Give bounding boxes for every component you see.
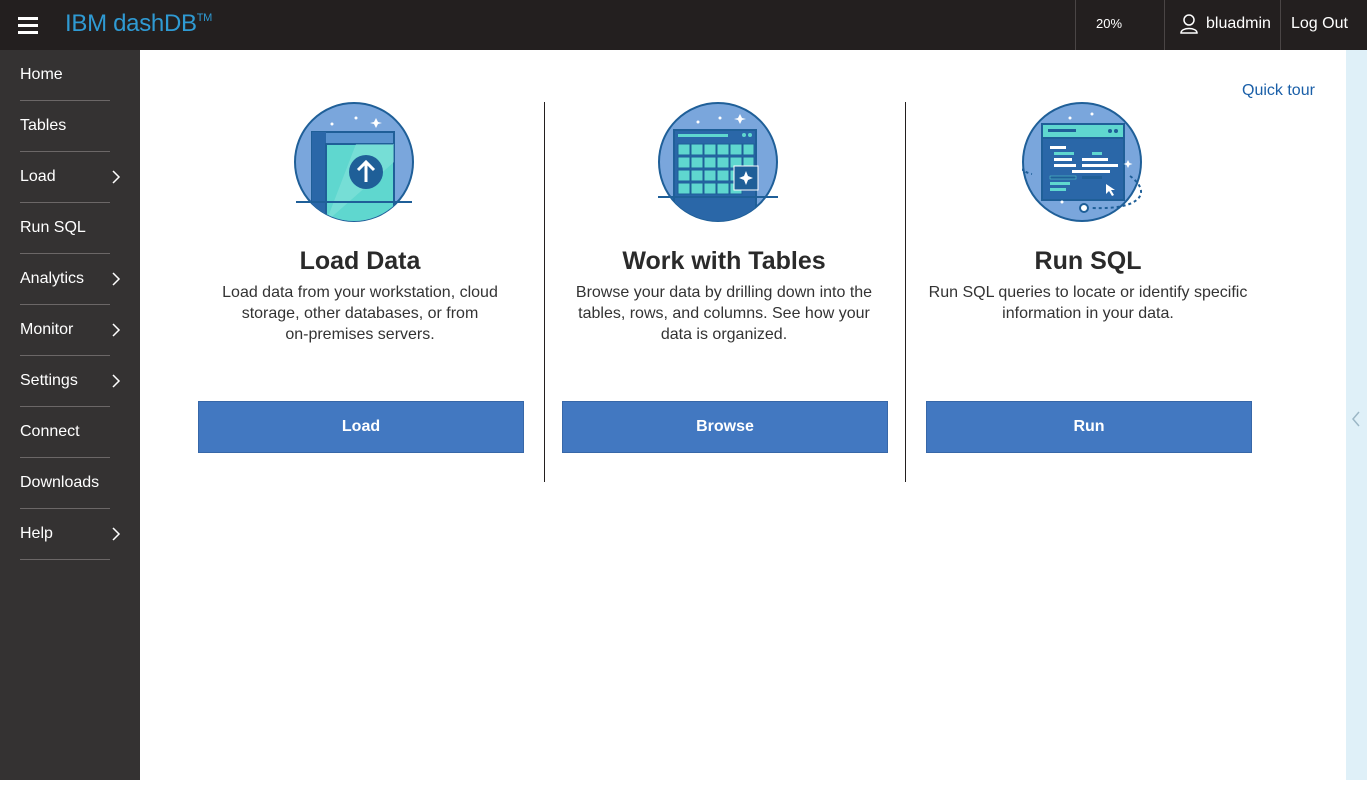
sidebar-item-load[interactable]: Load: [20, 152, 121, 203]
sidebar-item-home[interactable]: Home: [20, 50, 110, 101]
user-icon: [1180, 14, 1198, 34]
chevron-right-icon: [112, 170, 121, 184]
card-description-line: storage, other databases, or from: [241, 305, 479, 322]
zoom-level[interactable]: 20%: [1096, 16, 1122, 31]
card-description-line: data is organized.: [660, 326, 788, 343]
quick-tour-link[interactable]: Quick tour: [1242, 82, 1315, 100]
sql-editor-icon: [1022, 102, 1142, 222]
card-title: Work with Tables: [622, 247, 826, 275]
chevron-right-icon: [112, 323, 121, 337]
load-data-icon: [294, 102, 414, 222]
sidebar-item-run-sql[interactable]: Run SQL: [20, 203, 110, 254]
sidebar-item-label: Help: [20, 525, 53, 542]
sidebar-item-label: Settings: [20, 372, 78, 389]
sidebar-item-label: Downloads: [20, 474, 100, 491]
sidebar-item-label: Analytics: [20, 270, 85, 287]
card-description-line: on-premises servers.: [285, 326, 435, 343]
card-description-line: Browse your data by drilling down into t…: [575, 284, 873, 301]
card-description-line: tables, rows, and columns. See how your: [578, 305, 870, 322]
sidebar-item-downloads[interactable]: Downloads: [20, 458, 110, 509]
username: bluadmin: [1206, 15, 1271, 32]
card-description: Load data from your workstation, cloud st…: [190, 282, 530, 345]
card-description-line: Load data from your workstation, cloud: [222, 284, 498, 301]
logout-button[interactable]: Log Out: [1291, 15, 1348, 33]
sidebar-item-connect[interactable]: Connect: [20, 407, 110, 458]
card-description: Browse your data by drilling down into t…: [554, 282, 894, 345]
chevron-right-icon: [112, 374, 121, 388]
user-menu[interactable]: bluadmin: [1180, 14, 1271, 34]
card-title: Load Data: [299, 247, 421, 275]
sidebar-item-label: Home: [20, 66, 63, 83]
browse-button[interactable]: Browse: [562, 401, 888, 453]
menu-icon[interactable]: [0, 0, 56, 50]
sidebar-item-analytics[interactable]: Analytics: [20, 254, 121, 305]
header-divider: [1075, 0, 1076, 50]
card-title: Run SQL: [1034, 247, 1142, 275]
card-description: Run SQL queries to locate or identify sp…: [918, 282, 1258, 324]
sidebar-item-label: Monitor: [20, 321, 74, 338]
card-description-line: information in your data.: [1002, 305, 1174, 322]
header-divider: [1280, 0, 1281, 50]
trademark-mark: TM: [196, 12, 213, 24]
sidebar-item-monitor[interactable]: Monitor: [20, 305, 121, 356]
sidebar-item-label: Load: [20, 168, 56, 185]
chevron-right-icon: [112, 527, 121, 541]
sidebar-item-tables[interactable]: Tables: [20, 101, 110, 152]
run-button[interactable]: Run: [926, 401, 1252, 453]
header-divider: [1164, 0, 1165, 50]
column-divider: [905, 102, 906, 482]
chevron-left-icon[interactable]: [1351, 410, 1361, 428]
tables-grid-icon: [658, 102, 778, 222]
sidebar-nav: Home Tables Load Run SQL Analytics Monitor Set…: [0, 50, 140, 780]
chevron-right-icon: [112, 272, 121, 286]
top-bar: IBM dashDBTM 20% bluadmin Log Out: [0, 0, 1367, 50]
app-logo: IBM dashDBTM: [65, 10, 212, 38]
side-panel-rail[interactable]: [1346, 50, 1367, 780]
sidebar-item-help[interactable]: Help: [20, 509, 121, 560]
column-divider: [544, 102, 545, 482]
card-description-line: Run SQL queries to locate or identify sp…: [928, 284, 1248, 301]
sidebar-item-label: Tables: [20, 117, 67, 134]
brand-name: IBM dashDB: [65, 10, 197, 37]
sidebar-item-settings[interactable]: Settings: [20, 356, 121, 407]
load-button[interactable]: Load: [198, 401, 524, 453]
sidebar-item-label: Run SQL: [20, 219, 86, 236]
sidebar-item-label: Connect: [20, 423, 80, 440]
